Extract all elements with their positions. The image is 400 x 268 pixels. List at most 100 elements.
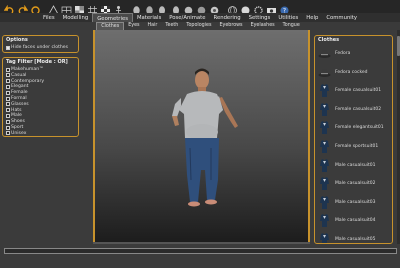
tag-option[interactable]: Glasses	[6, 102, 29, 107]
background-icon[interactable]	[74, 1, 85, 15]
back-view-icon[interactable]	[144, 1, 155, 15]
right-panel: Clothes Fedora Fedora cocked Female casual…	[312, 30, 400, 244]
tag-checkbox[interactable]	[6, 108, 10, 113]
tag-checkbox[interactable]	[6, 113, 10, 118]
top-view-icon[interactable]	[183, 1, 194, 15]
undo-icon[interactable]	[3, 1, 15, 14]
tag-option[interactable]: Makehuman™	[6, 67, 44, 72]
checker-icon[interactable]	[100, 1, 111, 15]
tag-checkbox[interactable]	[6, 73, 10, 78]
3d-viewport[interactable]	[93, 30, 310, 244]
tag-checkbox[interactable]	[6, 119, 10, 124]
hide-faces-option[interactable]: Hide faces under clothes	[6, 45, 68, 50]
help-icon[interactable]: ?	[279, 1, 290, 15]
clothes-item-label: Female casualsuit02	[335, 106, 382, 112]
clothes-item[interactable]: Male casualsuit01	[318, 157, 392, 174]
tag-label: Hats	[11, 107, 22, 113]
clothes-item[interactable]: Fedora cocked	[318, 64, 392, 81]
clothes-group: Clothes Fedora Fedora cocked Female casual…	[314, 35, 393, 244]
tag-option[interactable]: Sport	[6, 125, 23, 130]
smooth-icon[interactable]	[48, 1, 59, 15]
tab-utilities[interactable]: Utilities	[274, 13, 302, 22]
tab-files[interactable]: Files	[39, 13, 59, 22]
clothes-item[interactable]: Female casualsuit01	[318, 82, 392, 99]
tag-label: Makehuman™	[11, 67, 44, 72]
clothes-item-label: Male casualsuit02	[335, 181, 376, 187]
redo-icon[interactable]	[17, 1, 29, 14]
tab-rendering[interactable]: Rendering	[210, 13, 245, 22]
clothes-item[interactable]: Female casualsuit02	[318, 101, 392, 118]
options-group: Options Hide faces under clothes	[2, 35, 79, 53]
hide-faces-checkbox[interactable]	[6, 45, 10, 50]
tab-modelling[interactable]: Modelling	[59, 13, 93, 22]
clothes-item[interactable]: Male casualsuit02	[318, 175, 392, 192]
options-title: Options	[6, 37, 28, 43]
tag-checkbox[interactable]	[6, 79, 10, 84]
tab-materials[interactable]: Materials	[133, 13, 165, 22]
tag-option[interactable]: Male	[6, 113, 22, 118]
subtab-topologies[interactable]: Topologies	[182, 22, 215, 30]
subtab-hair[interactable]: Hair	[144, 22, 162, 30]
tag-checkbox[interactable]	[6, 131, 10, 136]
tag-option[interactable]: Unisex	[6, 131, 26, 136]
reset-camera-icon[interactable]	[209, 1, 220, 15]
tab-help[interactable]: Help	[302, 13, 322, 22]
tag-label: Sport	[11, 125, 24, 130]
clothes-item[interactable]: Female elegantsuit01	[318, 119, 392, 136]
bottom-view-icon[interactable]	[196, 1, 207, 15]
globe-icon[interactable]	[227, 1, 238, 15]
tag-option[interactable]: Hats	[6, 108, 21, 113]
tag-checkbox[interactable]	[6, 84, 10, 89]
clothes-item[interactable]: Female sportsuit01	[318, 138, 392, 155]
clothes-item[interactable]: Male casualsuit03	[318, 194, 392, 211]
tag-option[interactable]: Casual	[6, 73, 26, 78]
reset-icon[interactable]	[30, 1, 41, 15]
tab-pose-animate[interactable]: Pose/Animate	[165, 13, 209, 22]
tag-checkbox[interactable]	[6, 125, 10, 130]
front-view-icon[interactable]	[131, 1, 142, 15]
hide-faces-label: Hide faces under clothes	[11, 45, 69, 50]
grid-icon[interactable]	[87, 1, 98, 15]
head-icon[interactable]	[240, 1, 251, 15]
tag-option[interactable]: Shoes	[6, 119, 25, 124]
subtab-eyebrows[interactable]: Eyebrows	[215, 22, 246, 30]
tag-option[interactable]: Contemporary	[6, 79, 44, 84]
clothes-item[interactable]: Male casualsuit05	[318, 231, 392, 243]
clothes-item-label: Fedora cocked	[335, 69, 368, 75]
hat-icon	[318, 65, 331, 80]
tag-checkbox[interactable]	[6, 102, 10, 107]
tag-label: Glasses	[11, 101, 29, 107]
tag-label: Contemporary	[11, 78, 45, 84]
tab-community[interactable]: Community	[322, 13, 361, 22]
tab-settings[interactable]: Settings	[245, 13, 275, 22]
tab-geometries[interactable]: Geometries	[92, 13, 133, 22]
camera-icon[interactable]	[266, 1, 277, 14]
subtab-clothes[interactable]: Clothes	[96, 22, 125, 30]
left-view-icon[interactable]	[157, 1, 168, 15]
tag-label: Elegant	[11, 84, 29, 90]
tag-checkbox[interactable]	[6, 67, 10, 72]
clothes-item[interactable]: Male casualsuit04	[318, 212, 392, 229]
clothes-item-label: Female elegantsuit01	[335, 125, 384, 131]
clothes-item[interactable]: Fedora	[318, 45, 392, 62]
settings-icon[interactable]	[253, 1, 264, 15]
clothes-item-label: Fedora	[335, 51, 351, 56]
suit-icon	[318, 213, 331, 228]
pose-icon[interactable]	[113, 1, 124, 16]
tag-checkbox[interactable]	[6, 90, 10, 95]
subtab-tongue[interactable]: Tongue	[279, 22, 304, 30]
suit-icon	[318, 139, 331, 154]
suit-icon	[318, 120, 331, 135]
wireframe-icon[interactable]	[61, 1, 72, 15]
subtab-teeth[interactable]: Teeth	[161, 22, 182, 30]
tag-option[interactable]: Formal	[6, 96, 27, 101]
right-view-icon[interactable]	[170, 1, 181, 15]
tag-filter-title: Tag Filter [Mode : OR]	[6, 59, 68, 65]
subtab-eyelashes[interactable]: Eyelashes	[247, 22, 279, 30]
tag-checkbox[interactable]	[6, 96, 10, 101]
tag-option[interactable]: Female	[6, 90, 28, 95]
clothes-item-label: Male casualsuit05	[335, 237, 376, 242]
tag-option[interactable]: Elegant	[6, 84, 28, 89]
subtab-eyes[interactable]: Eyes	[124, 22, 143, 30]
clothes-item-label: Male casualsuit01	[335, 162, 376, 168]
